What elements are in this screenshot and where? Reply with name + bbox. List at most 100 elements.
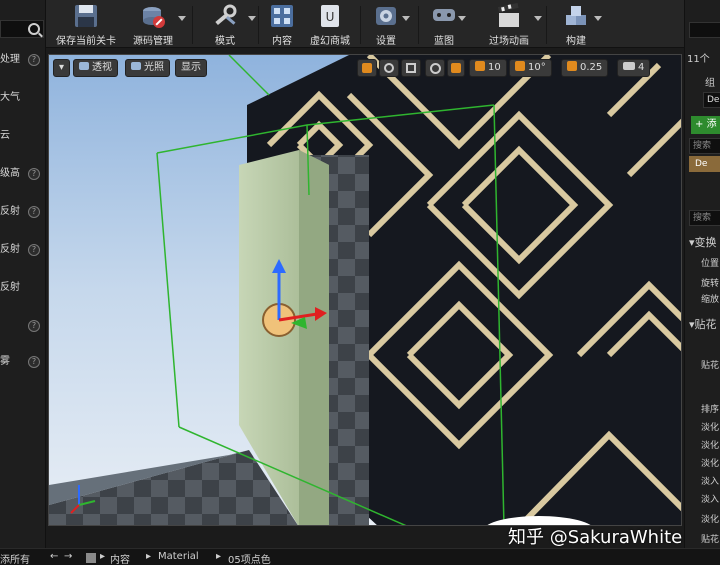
help-icon[interactable]: ? (28, 356, 40, 368)
chevron-down-icon[interactable] (248, 16, 256, 21)
destroy-owner-label: 淡化 (701, 515, 720, 525)
add-component-button[interactable]: + 添 (691, 116, 720, 134)
unreal-editor-window: 处理? 大气云级高? 反射? 反射? 反射? 雾? 保存当前关卡 源码管理 模式… (0, 0, 720, 565)
svg-text:U: U (326, 10, 335, 24)
decal-extra-label: 贴花 (701, 535, 720, 545)
details-search[interactable]: 搜索 (689, 210, 720, 226)
show-button[interactable]: 显示 (175, 59, 207, 77)
world-setting-label: 级高 (0, 168, 20, 179)
world-setting-row[interactable]: 反射? (0, 202, 46, 222)
world-setting-row[interactable]: 反射 (0, 278, 46, 298)
settings-button[interactable]: 设置 (364, 0, 410, 48)
fade-duration-label: 淡化 (701, 459, 720, 469)
main-toolbar: 保存当前关卡 源码管理 模式 内容 U 虚幻商城 设置 蓝图 过场动画 构建 (46, 0, 684, 48)
grid-snap-icon (475, 61, 485, 71)
world-setting-row[interactable]: 雾? (0, 352, 46, 372)
blueprint-icon (433, 9, 455, 21)
viewport-options-button[interactable]: ▾ (53, 59, 71, 77)
toolbar-label: 蓝图 (434, 36, 454, 47)
scale-label: 缩放 (701, 295, 720, 305)
coordinate-space-button[interactable] (425, 59, 445, 77)
toolbar-label: 设置 (376, 36, 396, 47)
world-setting-label: 处理 (0, 54, 20, 65)
help-icon[interactable]: ? (28, 320, 40, 332)
marketplace-button[interactable]: U 虚幻商城 (304, 0, 356, 48)
breadcrumb-separator: ▸ (216, 551, 222, 562)
save-current-level-button[interactable]: 保存当前关卡 (50, 0, 122, 48)
perspective-button[interactable]: 透视 (73, 59, 118, 77)
lighting-mode-button[interactable]: 光照 (125, 59, 170, 77)
sort-order-label: 排序 (701, 405, 720, 415)
world-setting-row[interactable]: 处理? (0, 50, 46, 70)
search-icon[interactable] (28, 23, 40, 35)
settings-gear-icon (376, 7, 396, 25)
back-arrow-icon[interactable]: ← (50, 551, 58, 562)
breadcrumb-separator: ▸ (146, 551, 152, 562)
watermark: 知乎 @SakuraWhite (508, 527, 683, 548)
rotation-snap-button[interactable]: 10° (509, 59, 552, 77)
perspective-icon (79, 62, 89, 70)
rotate-mode-button[interactable] (379, 59, 399, 77)
viewport-toolbar: ▾ 透视 光照 显示 10 10° 0.25 4 (49, 55, 681, 81)
grid-snap-button[interactable]: 10 (469, 59, 507, 77)
help-icon[interactable]: ? (28, 244, 40, 256)
source-control-icon (143, 7, 165, 28)
save-all-button[interactable]: 添所有 (0, 551, 30, 565)
component-search[interactable]: 搜索 (689, 138, 720, 154)
toolbar-label: 构建 (566, 36, 586, 47)
world-settings-panel: 处理? 大气云级高? 反射? 反射? 反射? 雾? (0, 0, 46, 548)
breadcrumb-material[interactable]: Material (158, 551, 199, 562)
actor-count: 11个 (687, 54, 710, 65)
rotation-snap-icon (515, 61, 525, 71)
content-browser-path-bar: 添所有 ← → ▸ 内容 ▸ Material ▸ 05项点色 (0, 548, 720, 565)
camera-speed-button[interactable]: 4 (617, 59, 651, 77)
outliner-search[interactable] (689, 22, 720, 38)
modes-icon (215, 4, 237, 26)
help-icon[interactable]: ? (28, 54, 40, 66)
build-button[interactable]: 构建 (552, 0, 602, 48)
rotation-label: 旋转 (701, 279, 720, 289)
selected-component[interactable]: De (689, 156, 720, 172)
transform-section-header[interactable]: ▾变换 (689, 234, 717, 250)
chevron-down-icon[interactable] (402, 16, 410, 21)
chevron-down-icon[interactable] (178, 16, 186, 21)
surface-snap-button[interactable] (447, 59, 465, 77)
help-icon[interactable]: ? (28, 206, 40, 218)
world-setting-row[interactable]: 级高? (0, 164, 46, 184)
decal-material-label: 贴花 (701, 361, 720, 371)
cinematics-button[interactable]: 过场动画 (478, 0, 542, 48)
source-control-button[interactable]: 源码管理 (122, 0, 186, 48)
clapperboard-icon (497, 3, 519, 27)
scale-snap-button[interactable]: 0.25 (561, 59, 609, 77)
level-viewport[interactable]: ▾ 透视 光照 显示 10 10° 0.25 4 (48, 54, 682, 526)
toolbar-divider (258, 6, 259, 44)
help-icon[interactable]: ? (28, 168, 40, 180)
scene-render (49, 55, 681, 525)
fade-start-delay-label: 淡化 (701, 441, 720, 451)
lit-icon (131, 62, 141, 70)
chevron-down-icon[interactable] (458, 16, 466, 21)
world-setting-row[interactable]: ? (0, 316, 46, 336)
breadcrumb-folder[interactable]: 05项点色 (228, 551, 271, 565)
breadcrumb-content[interactable]: 内容 (110, 551, 130, 565)
world-setting-label: 反射 (0, 244, 20, 255)
world-setting-row[interactable]: 反射? (0, 240, 46, 260)
decal-section-header[interactable]: ▾贴花 (689, 316, 717, 332)
world-setting-row[interactable]: 云 (0, 126, 46, 146)
search-field[interactable] (0, 20, 44, 38)
scale-mode-button[interactable] (401, 59, 421, 77)
add-label: 添 (706, 119, 717, 130)
toolbar-label: 保存当前关卡 (56, 36, 116, 47)
forward-arrow-icon[interactable]: → (64, 551, 72, 562)
actor-name-field[interactable]: De (703, 92, 720, 108)
translate-mode-button[interactable] (357, 59, 377, 77)
world-setting-label: 雾 (0, 356, 10, 367)
chevron-down-icon[interactable] (534, 16, 542, 21)
camera-icon (623, 62, 635, 70)
toolbar-divider (360, 6, 361, 44)
blueprints-button[interactable]: 蓝图 (424, 0, 466, 48)
modes-button[interactable]: 模式 (196, 0, 256, 48)
world-setting-row[interactable]: 大气 (0, 88, 46, 108)
content-button[interactable]: 内容 (260, 0, 304, 48)
chevron-down-icon[interactable] (594, 16, 602, 21)
